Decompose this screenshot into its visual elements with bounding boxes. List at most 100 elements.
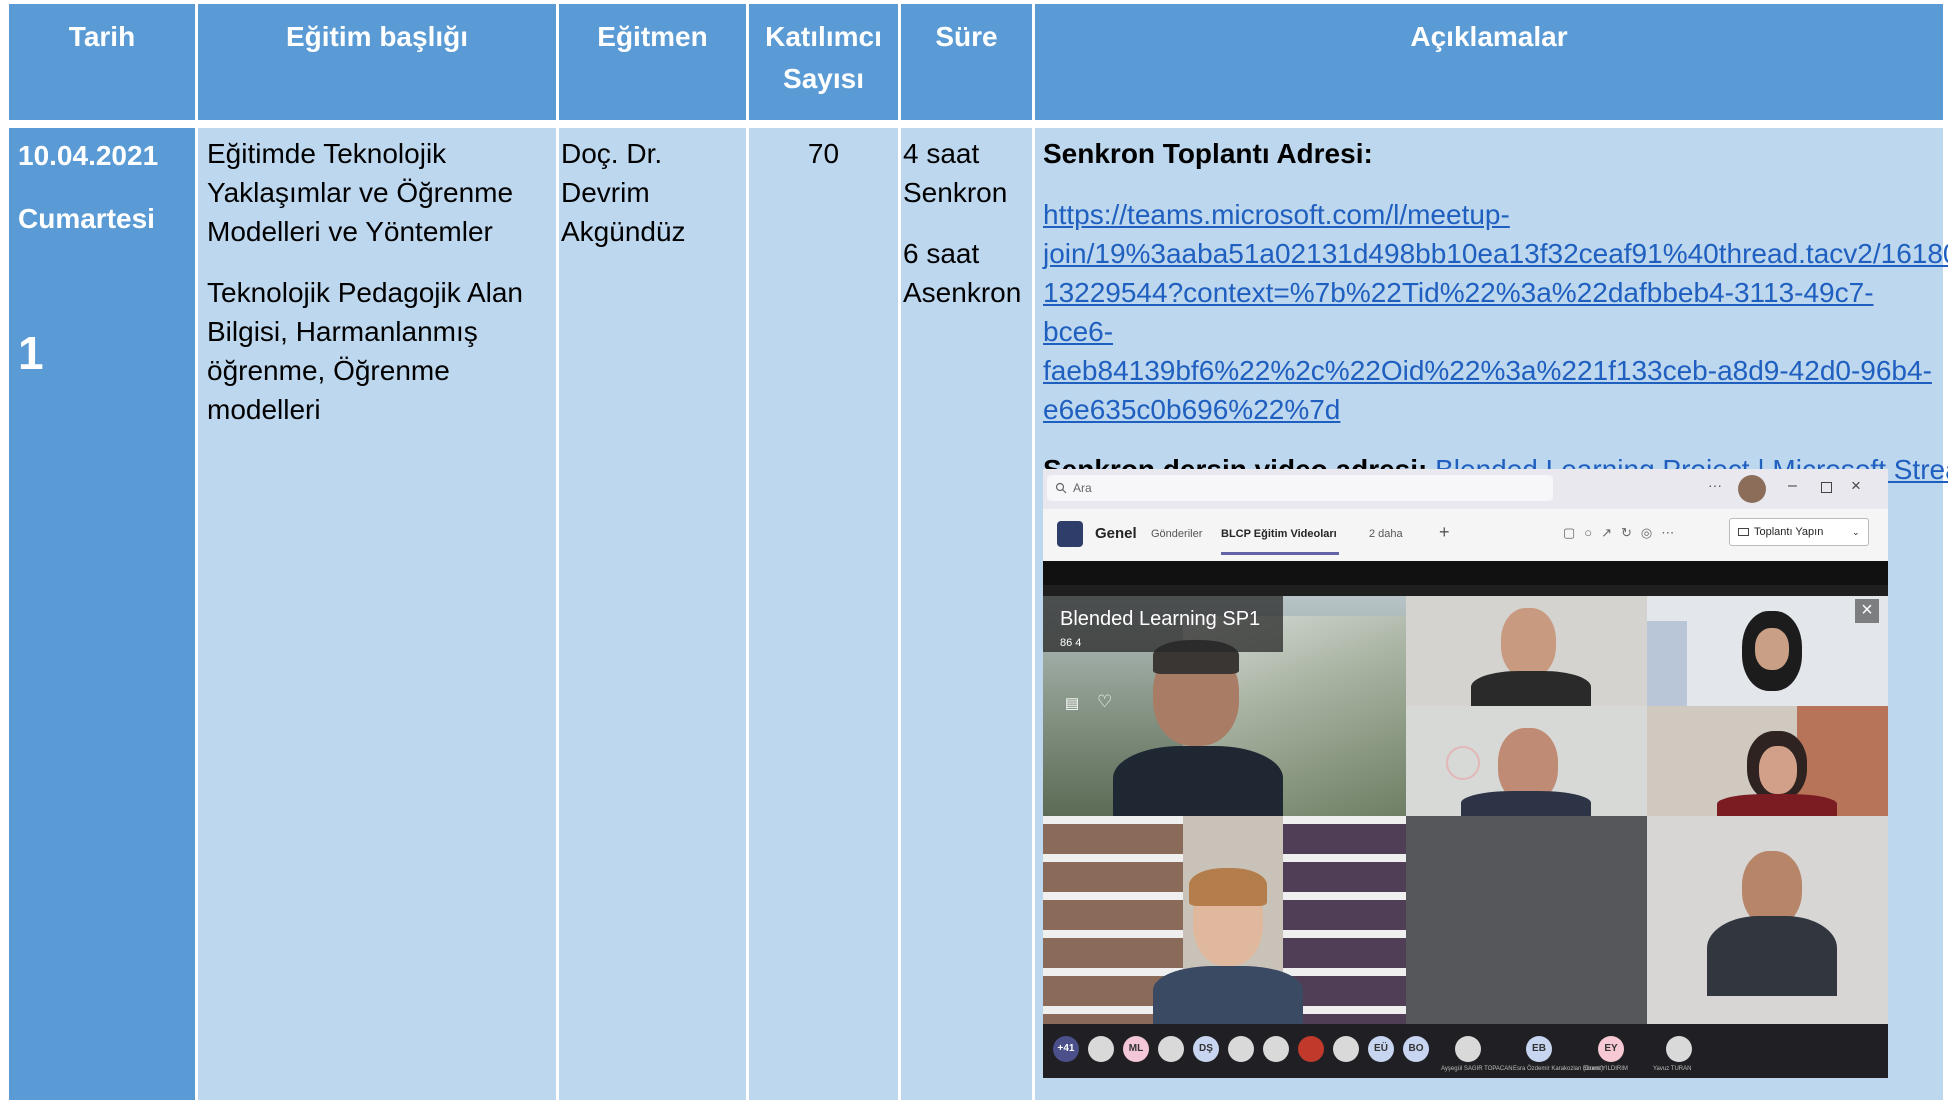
teams-titlebar: Ara ··· – × [1043, 469, 1888, 509]
participant-face [1759, 746, 1797, 794]
window-background [1647, 621, 1687, 706]
search-placeholder: Ara [1073, 481, 1092, 495]
team-logo-icon [1057, 521, 1083, 547]
topics-line: Teknolojik Pedagojik Alan [207, 277, 523, 308]
participant-avatar[interactable] [1263, 1036, 1289, 1062]
row-date: 10.04.2021 [18, 140, 159, 171]
participant-avatar[interactable] [1298, 1036, 1324, 1062]
meeting-link-line[interactable]: 13229544?context=%7b%22Tid%22%3a%22dafbb… [1043, 273, 1943, 351]
search-icon [1055, 482, 1067, 494]
minimize-icon[interactable]: – [1788, 477, 1797, 495]
video-tile-3 [1647, 596, 1888, 706]
header-egitmen: Eğitmen [559, 4, 746, 120]
video-tile-4 [1406, 706, 1647, 816]
title-line: Modelleri ve Yöntemler [207, 216, 493, 247]
video-tile-2 [1406, 596, 1647, 706]
instructor-line: Akgündüz [561, 216, 686, 247]
instructor-cell: Doç. Dr. Devrim Akgündüz [559, 128, 746, 1100]
transcript-icon[interactable]: ▤ [1065, 694, 1079, 712]
participant-avatar[interactable] [1666, 1036, 1692, 1062]
video-tile-8 [1647, 816, 1888, 1024]
heart-icon[interactable]: ♡ [1097, 692, 1112, 712]
instructor-line: Devrim [561, 177, 650, 208]
participant-name: Ekrem YILDIRIM [1583, 1066, 1628, 1072]
header-tarih: Tarih [9, 4, 195, 120]
close-icon[interactable]: × [1851, 476, 1861, 496]
video-tile-7 [1406, 816, 1647, 1024]
duration-line: Senkron [903, 177, 1008, 208]
close-video-icon[interactable]: × [1855, 599, 1879, 623]
header-katilimci-sayisi: Katılımcı Sayısı [749, 4, 898, 120]
video-tile-main: Blended Learning SP1 86 4 ▤ ♡ [1043, 596, 1406, 816]
participant-avatar[interactable] [1455, 1036, 1481, 1062]
header-katilimci-line1: Katılımcı [765, 21, 882, 52]
header-sure-label: Süre [935, 21, 998, 52]
training-title: Eğitimde Teknolojik Yaklaşımlar ve Öğren… [207, 134, 556, 251]
participants-cell: 70 [749, 128, 898, 1100]
meeting-link-line[interactable]: e6e635c0b696%22%7d [1043, 390, 1943, 429]
meet-button[interactable]: Toplantı Yapın ⌄ [1729, 518, 1869, 546]
duration-line: Asenkron [903, 277, 1022, 308]
team-name: Genel [1095, 525, 1137, 542]
instructor-line: Doç. Dr. [561, 138, 663, 169]
participant-body [1707, 916, 1837, 996]
participant-avatar[interactable]: BO [1403, 1036, 1429, 1062]
header-tarih-label: Tarih [68, 21, 136, 52]
participants-bar: +41 ML DŞ EÜ BO EB EY Ayşegül SAGIR TOPACAN Esra… [1043, 1024, 1888, 1078]
meeting-link-line[interactable]: faeb84139bf6%22%2c%22Oid%22%3a%221f133ce… [1043, 351, 1943, 390]
participant-body [1717, 794, 1837, 816]
topics-line: öğrenme, Öğrenme [207, 355, 450, 386]
participant-name: Ayşegül SAGIR TOPACAN [1441, 1066, 1513, 1072]
participant-avatar[interactable]: DŞ [1193, 1036, 1219, 1062]
participant-avatar[interactable]: EÜ [1368, 1036, 1394, 1062]
meeting-link-line[interactable]: https://teams.microsoft.com/l/meetup- [1043, 195, 1943, 234]
participant-body [1471, 671, 1591, 706]
user-avatar[interactable] [1738, 475, 1766, 503]
video-tile-5 [1647, 706, 1888, 816]
duration-cell: 4 saat Senkron 6 saat Asenkron [901, 128, 1032, 1100]
participant-avatar[interactable]: EY [1598, 1036, 1624, 1062]
header-katilimci-line2: Sayısı [783, 63, 864, 94]
row-number: 1 [18, 327, 44, 379]
topics-line: modelleri [207, 394, 321, 425]
title-line: Yaklaşımlar ve Öğrenme [207, 177, 514, 208]
channel-tools-icons[interactable]: ▢○↗↻◎⋯ [1563, 525, 1683, 541]
participant-avatar[interactable] [1088, 1036, 1114, 1062]
tab-blcp-videos[interactable]: BLCP Eğitim Videoları [1221, 528, 1337, 540]
active-tab-underline [1221, 552, 1339, 555]
title-line: Eğitimde Teknolojik [207, 138, 447, 169]
duration-async: 6 saat Asenkron [903, 234, 1032, 312]
title-cell: Eğitimde Teknolojik Yaklaşımlar ve Öğren… [198, 128, 556, 1100]
video-stats: 86 4 [1060, 637, 1082, 649]
teams-screenshot: Ara ··· – × Genel Gönderiler BLCP Eğitim… [1043, 469, 1888, 1078]
participant-avatar[interactable]: EB [1526, 1036, 1552, 1062]
tab-gonderiler[interactable]: Gönderiler [1151, 528, 1202, 540]
participant-hair [1189, 868, 1267, 906]
tab-more[interactable]: 2 daha [1369, 528, 1403, 540]
maximize-icon[interactable] [1821, 482, 1832, 493]
add-tab-icon[interactable]: + [1439, 522, 1450, 543]
chevron-down-icon: ⌄ [1852, 527, 1860, 537]
participant-avatar[interactable]: ML [1123, 1036, 1149, 1062]
participant-avatar[interactable]: +41 [1053, 1036, 1079, 1062]
meeting-link-line[interactable]: join/19%3aaba51a02131d498bb10ea13f32ceaf… [1043, 234, 1948, 273]
video-title: Blended Learning SP1 [1060, 608, 1261, 630]
participant-face [1755, 628, 1789, 670]
training-topics: Teknolojik Pedagojik Alan Bilgisi, Harma… [207, 273, 556, 429]
header-aciklamalar: Açıklamalar [1035, 4, 1943, 120]
participant-avatar[interactable] [1228, 1036, 1254, 1062]
header-sure: Süre [901, 4, 1032, 120]
header-egitim-basligi-label: Eğitim başlığı [285, 21, 469, 52]
camera-icon [1738, 528, 1749, 536]
header-egitim-basligi: Eğitim başlığı [198, 4, 556, 120]
participant-avatar[interactable] [1158, 1036, 1184, 1062]
more-options-icon[interactable]: ··· [1708, 477, 1722, 493]
meeting-link[interactable]: https://teams.microsoft.com/l/meetup- jo… [1043, 195, 1948, 429]
participant-avatar[interactable] [1333, 1036, 1359, 1062]
meeting-label: Senkron Toplantı Adresi: [1043, 138, 1373, 169]
participants-count: 70 [807, 138, 840, 169]
duration-line: 6 saat [903, 238, 980, 269]
teams-search-input[interactable]: Ara [1047, 475, 1553, 501]
row-day: Cumartesi [18, 203, 155, 234]
date-cell: 10.04.2021 Cumartesi 1 [9, 128, 195, 1100]
